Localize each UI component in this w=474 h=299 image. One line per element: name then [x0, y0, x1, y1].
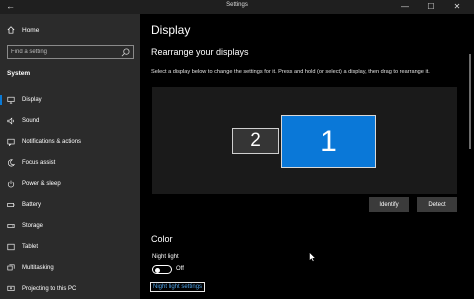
arrange-description: Select a display below to change the set…	[151, 69, 430, 75]
sidebar-item-label: Sound	[22, 118, 40, 124]
sidebar: Home System Display Sound Notifications …	[0, 14, 140, 299]
home-label: Home	[22, 26, 40, 34]
sidebar-item-label: Power & sleep	[22, 181, 61, 187]
section-label-system: System	[7, 70, 31, 77]
sidebar-item-label: Battery	[22, 202, 42, 208]
sidebar-item-battery[interactable]: Battery	[0, 196, 140, 214]
night-light-toggle[interactable]	[152, 265, 172, 274]
sidebar-item-label: Tablet	[22, 244, 39, 250]
notifications-icon	[7, 138, 15, 146]
scrollbar[interactable]	[469, 54, 471, 149]
night-light-label: Night light	[152, 254, 179, 260]
sidebar-item-power-sleep[interactable]: Power & sleep	[0, 175, 140, 193]
focus-assist-icon	[7, 159, 15, 167]
sidebar-item-tablet[interactable]: Tablet	[0, 238, 140, 256]
title-bar: ← Settings — ☐ ✕	[0, 0, 474, 14]
storage-icon	[7, 224, 15, 228]
monitor-1-tile[interactable]: 1	[281, 115, 376, 168]
sidebar-item-label: Multitasking	[22, 265, 54, 271]
night-light-state: Off	[176, 266, 184, 272]
display-icon	[7, 96, 15, 104]
night-light-settings-link[interactable]: Night light settings	[150, 282, 206, 292]
sidebar-item-sound[interactable]: Sound	[0, 112, 140, 130]
mouse-cursor-icon	[309, 252, 316, 262]
search-icon[interactable]	[121, 48, 130, 57]
search-input[interactable]	[11, 47, 116, 57]
battery-icon	[7, 203, 15, 207]
sidebar-item-storage[interactable]: Storage	[0, 217, 140, 235]
multitasking-icon	[7, 264, 15, 271]
toggle-knob	[155, 267, 160, 273]
sidebar-item-label: Storage	[22, 223, 44, 229]
sidebar-item-focus-assist[interactable]: Focus assist	[0, 154, 140, 172]
tablet-icon	[7, 243, 15, 251]
projecting-icon	[7, 285, 15, 291]
color-heading: Color	[151, 234, 173, 244]
identify-button[interactable]: Identify	[369, 197, 409, 212]
maximize-button[interactable]: ☐	[418, 0, 444, 14]
home-icon	[7, 26, 15, 34]
arrange-heading: Rearrange your displays	[151, 47, 249, 57]
sound-icon	[7, 117, 14, 125]
display-arrangement-area[interactable]: 2 1	[152, 87, 457, 194]
minimize-button[interactable]: —	[392, 0, 418, 14]
monitor-2-tile[interactable]: 2	[232, 128, 279, 154]
sidebar-item-multitasking[interactable]: Multitasking	[0, 259, 140, 277]
sidebar-item-projecting[interactable]: Projecting to this PC	[0, 280, 140, 298]
search-box[interactable]	[7, 45, 134, 59]
detect-button[interactable]: Detect	[417, 197, 457, 212]
home-nav-item[interactable]: Home	[7, 26, 39, 34]
close-button[interactable]: ✕	[444, 0, 470, 14]
sidebar-item-label: Notifications & actions	[22, 139, 82, 145]
sidebar-item-display[interactable]: Display	[0, 91, 140, 109]
sidebar-item-notifications[interactable]: Notifications & actions	[0, 133, 140, 151]
sidebar-item-label: Display	[22, 97, 42, 103]
sidebar-item-label: Focus assist	[22, 160, 56, 166]
sidebar-item-label: Projecting to this PC	[22, 286, 77, 292]
power-icon	[7, 180, 15, 188]
main-content: Display Rearrange your displays Select a…	[140, 14, 474, 299]
page-title: Display	[151, 23, 191, 37]
